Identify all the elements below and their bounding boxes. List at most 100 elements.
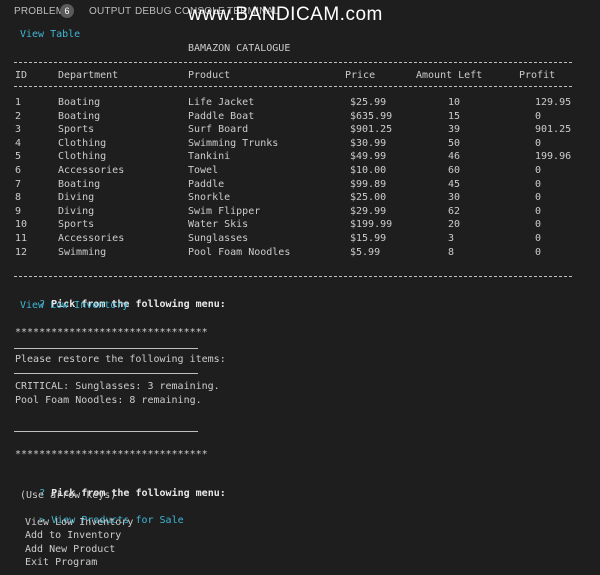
cell-department: Swimming xyxy=(58,246,107,258)
cell-id: 4 xyxy=(15,137,22,149)
cell-profit: 199.96 xyxy=(535,151,572,163)
cell-amount-left: 50 xyxy=(448,137,461,149)
cell-amount-left: 62 xyxy=(448,205,461,217)
cell-amount-left: 30 xyxy=(448,192,461,204)
table-header-divider xyxy=(14,86,572,87)
table-bottom-divider xyxy=(14,276,572,277)
catalogue-title: BAMAZON CATALOGUE xyxy=(188,43,291,54)
bandicam-watermark: www.BANDICAM.com xyxy=(188,4,383,25)
cell-amount-left: 20 xyxy=(448,219,461,231)
cell-product: Pool Foam Noodles xyxy=(188,246,291,258)
cell-department: Boating xyxy=(58,110,101,122)
cell-product: Paddle xyxy=(188,178,225,190)
cell-amount-left: 3 xyxy=(448,233,455,244)
cell-amount-left: 8 xyxy=(448,246,455,258)
cell-profit: 0 xyxy=(535,137,542,149)
cell-department: Accessories xyxy=(58,233,125,244)
restore-bottom-line xyxy=(14,431,198,432)
header-id: ID xyxy=(15,70,28,81)
cell-profit: 129.95 xyxy=(535,97,572,108)
cell-department: Sports xyxy=(58,219,95,231)
cell-id: 12 xyxy=(15,246,28,258)
low-item-line: Pool Foam Noodles: 8 remaining. xyxy=(15,395,202,406)
cell-product: Surf Board xyxy=(188,124,249,136)
cell-price: $5.99 xyxy=(350,246,381,258)
cell-id: 6 xyxy=(15,165,22,176)
header-profit: Profit xyxy=(519,70,556,81)
cell-department: Boating xyxy=(58,97,101,108)
cell-id: 2 xyxy=(15,110,22,122)
header-product: Product xyxy=(188,70,231,81)
cell-profit: 0 xyxy=(535,233,542,244)
cell-id: 7 xyxy=(15,178,22,190)
cell-department: Diving xyxy=(58,192,95,204)
cell-price: $15.99 xyxy=(350,233,387,244)
menu-option-add-to-inventory[interactable]: Add to Inventory xyxy=(25,530,121,542)
table-top-divider xyxy=(14,62,572,63)
cell-profit: 0 xyxy=(535,165,542,176)
restore-top-line xyxy=(14,348,198,349)
cell-id: 3 xyxy=(15,124,22,136)
cell-price: $10.00 xyxy=(350,165,387,176)
cell-product: Tankini xyxy=(188,151,231,163)
problems-count-badge: 6 xyxy=(60,4,74,18)
cell-product: Paddle Boat xyxy=(188,110,255,122)
tab-output[interactable]: OUTPUT xyxy=(89,6,131,17)
cell-department: Clothing xyxy=(58,137,107,149)
cell-price: $49.99 xyxy=(350,151,387,163)
cell-id: 11 xyxy=(15,233,28,244)
header-price: Price xyxy=(345,70,376,81)
cell-department: Diving xyxy=(58,205,95,217)
cell-price: $199.99 xyxy=(350,219,393,231)
cell-amount-left: 15 xyxy=(448,110,461,122)
stars-divider-1: ******************************** xyxy=(15,327,208,338)
cell-department: Clothing xyxy=(58,151,107,163)
cell-product: Life Jacket xyxy=(188,97,255,108)
cell-price: $99.89 xyxy=(350,178,387,190)
cell-amount-left: 39 xyxy=(448,124,461,136)
cell-amount-left: 10 xyxy=(448,97,461,108)
cell-product: Sunglasses xyxy=(188,233,249,244)
cell-department: Sports xyxy=(58,124,95,136)
cell-product: Swim Flipper xyxy=(188,205,261,217)
critical-item-line: CRITICAL: Sunglasses: 3 remaining. xyxy=(15,381,220,392)
header-department: Department xyxy=(58,70,119,81)
menu-option-view-low-inventory[interactable]: View Low Inventory xyxy=(25,517,133,529)
cell-id: 10 xyxy=(15,219,28,231)
stars-divider-2: ******************************** xyxy=(15,449,208,460)
cell-price: $635.99 xyxy=(350,110,393,122)
header-amount-left: Amount Left xyxy=(416,70,483,81)
cell-product: Snorkle xyxy=(188,192,231,204)
cell-product: Swimming Trunks xyxy=(188,137,279,149)
cell-product: Towel xyxy=(188,165,219,176)
cell-profit: 0 xyxy=(535,205,542,217)
arrow-keys-hint: (Use arrow keys) xyxy=(20,490,117,501)
restore-message: Please restore the following items: xyxy=(15,354,226,365)
cell-department: Boating xyxy=(58,178,101,190)
cell-profit: 0 xyxy=(535,192,542,204)
prompt-1-answer: View Low Inventory xyxy=(20,300,129,311)
cell-profit: 0 xyxy=(535,178,542,190)
cell-amount-left: 60 xyxy=(448,165,461,176)
cell-price: $25.00 xyxy=(350,192,387,204)
menu-option-exit-program[interactable]: Exit Program xyxy=(25,557,97,569)
cell-profit: 0 xyxy=(535,219,542,231)
cell-price: $29.99 xyxy=(350,205,387,217)
cell-amount-left: 46 xyxy=(448,151,461,163)
view-table-line: View Table xyxy=(20,29,81,40)
cell-department: Accessories xyxy=(58,165,125,176)
cell-profit: 0 xyxy=(535,246,542,258)
cell-id: 1 xyxy=(15,97,22,108)
cell-id: 5 xyxy=(15,151,22,163)
menu-option-add-new-product[interactable]: Add New Product xyxy=(25,544,115,556)
cell-product: Water Skis xyxy=(188,219,249,231)
cell-id: 9 xyxy=(15,205,22,217)
restore-mid-line xyxy=(14,373,198,374)
cell-id: 8 xyxy=(15,192,22,204)
cell-price: $901.25 xyxy=(350,124,393,136)
cell-price: $25.99 xyxy=(350,97,387,108)
cell-profit: 0 xyxy=(535,110,542,122)
cell-profit: 901.25 xyxy=(535,124,572,136)
cell-amount-left: 45 xyxy=(448,178,461,190)
cell-price: $30.99 xyxy=(350,137,387,149)
